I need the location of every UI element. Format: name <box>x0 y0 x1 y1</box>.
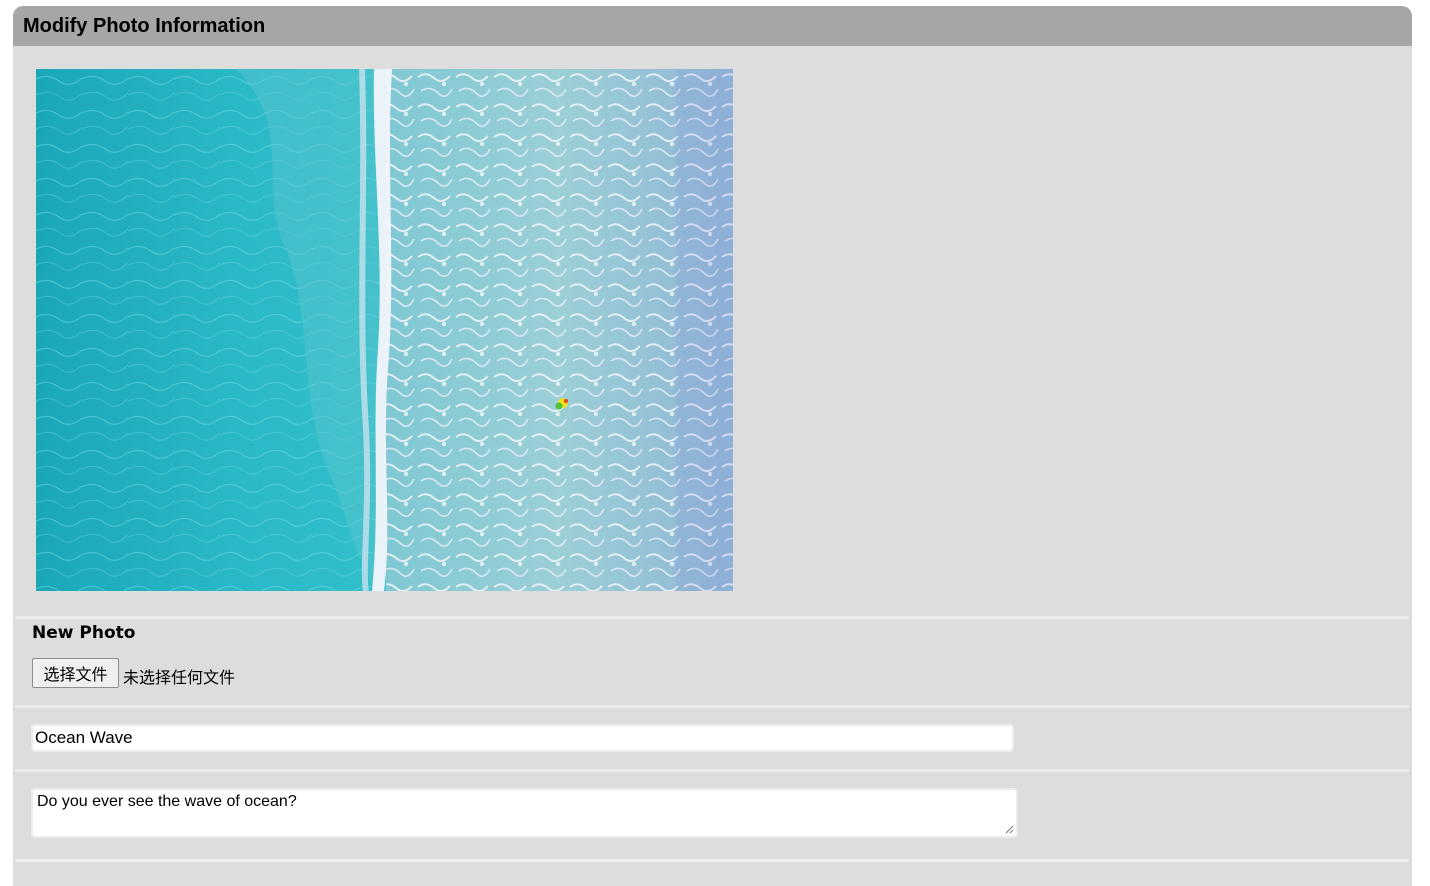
description-text: Do you ever see the wave of ocean? <box>37 793 297 810</box>
description-textarea[interactable]: Do you ever see the wave of ocean? <box>31 788 1018 838</box>
title-input[interactable]: Ocean Wave <box>31 724 1014 752</box>
resize-handle-icon[interactable] <box>1005 825 1014 834</box>
photo-preview-section <box>15 49 1409 616</box>
panel-header: Modify Photo Information <box>13 6 1412 46</box>
next-section <box>15 862 1409 886</box>
choose-file-button[interactable]: 选择文件 <box>32 658 119 688</box>
description-section: Do you ever see the wave of ocean? <box>15 772 1409 859</box>
page-title: Modify Photo Information <box>23 14 266 37</box>
modify-photo-panel: Modify Photo Information New Photo 选择文件 … <box>13 6 1412 886</box>
file-status-text: 未选择任何文件 <box>123 668 236 687</box>
new-photo-section: New Photo 选择文件 未选择任何文件 <box>15 619 1409 705</box>
title-section: Ocean Wave <box>15 708 1409 769</box>
new-photo-label: New Photo <box>32 623 136 643</box>
photo-preview <box>36 69 733 591</box>
